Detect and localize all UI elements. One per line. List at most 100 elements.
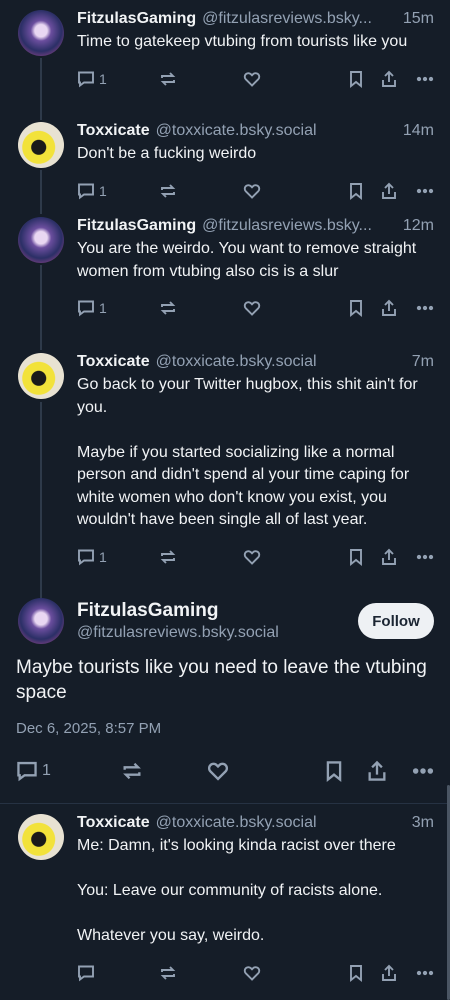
follow-button[interactable]: Follow bbox=[358, 603, 434, 639]
post-actions: 1 bbox=[77, 62, 434, 96]
bookmark-icon bbox=[350, 70, 362, 88]
avatar[interactable] bbox=[18, 353, 64, 399]
bookmark-button[interactable] bbox=[348, 548, 364, 566]
repost-icon bbox=[160, 183, 176, 198]
more-button[interactable] bbox=[416, 964, 434, 982]
author-handle[interactable]: @fitzulasreviews.bsky.social bbox=[77, 622, 358, 643]
reply-count: 1 bbox=[99, 300, 107, 316]
thread-post[interactable]: Toxxicate @toxxicate.bsky.social 7m Go b… bbox=[0, 343, 450, 591]
post-time[interactable]: 3m bbox=[412, 812, 434, 834]
more-button[interactable] bbox=[416, 548, 434, 566]
more-button[interactable] bbox=[416, 70, 434, 88]
more-button[interactable] bbox=[416, 299, 434, 317]
share-button[interactable] bbox=[380, 548, 398, 566]
share-button[interactable] bbox=[380, 70, 398, 88]
bookmark-icon bbox=[350, 182, 362, 200]
post-text: You are the weirdo. You want to remove s… bbox=[77, 240, 421, 280]
author-name[interactable]: FitzulasGaming bbox=[77, 599, 358, 622]
like-icon bbox=[243, 549, 261, 565]
like-button[interactable] bbox=[243, 70, 261, 88]
bookmark-button[interactable] bbox=[324, 760, 344, 782]
more-button[interactable] bbox=[412, 760, 434, 782]
post-time[interactable]: 7m bbox=[412, 351, 434, 373]
more-icon bbox=[416, 76, 434, 81]
bookmark-button[interactable] bbox=[348, 299, 364, 317]
thread-post[interactable]: Toxxicate @toxxicate.bsky.social 14m Don… bbox=[0, 112, 450, 207]
post-actions: 1 bbox=[16, 751, 434, 791]
post-actions: 1 bbox=[77, 291, 434, 325]
author-handle[interactable]: @toxxicate.bsky.social bbox=[156, 812, 406, 834]
author-handle[interactable]: @toxxicate.bsky.social bbox=[156, 351, 406, 373]
reply-button[interactable] bbox=[77, 964, 159, 982]
bookmark-button[interactable] bbox=[348, 964, 364, 982]
reply-icon bbox=[17, 761, 37, 782]
post-text: Me: Damn, it's looking kinda racist over… bbox=[77, 837, 396, 944]
reply-button[interactable]: 1 bbox=[16, 760, 121, 782]
like-button[interactable] bbox=[207, 760, 229, 782]
reply-icon bbox=[78, 965, 94, 981]
like-icon bbox=[243, 183, 261, 199]
avatar[interactable] bbox=[18, 598, 64, 644]
bookmark-button[interactable] bbox=[348, 70, 364, 88]
more-button[interactable] bbox=[416, 182, 434, 200]
post-time[interactable]: 14m bbox=[403, 120, 434, 142]
reply-icon bbox=[78, 183, 94, 199]
like-button[interactable] bbox=[243, 548, 261, 566]
bookmark-icon bbox=[350, 300, 362, 317]
reply-count: 1 bbox=[99, 548, 107, 565]
avatar[interactable] bbox=[18, 122, 64, 168]
bookmark-button[interactable] bbox=[348, 182, 364, 200]
repost-button[interactable] bbox=[159, 964, 243, 982]
author-handle[interactable]: @toxxicate.bsky.social bbox=[156, 120, 397, 142]
repost-button[interactable] bbox=[159, 182, 243, 200]
reply-post[interactable]: Toxxicate @toxxicate.bsky.social 3m Me: … bbox=[0, 804, 450, 990]
share-icon bbox=[368, 760, 386, 781]
reply-button[interactable]: 1 bbox=[77, 548, 159, 566]
author-name[interactable]: Toxxicate bbox=[77, 812, 150, 834]
reply-count: 1 bbox=[42, 762, 51, 779]
share-icon bbox=[382, 964, 396, 981]
author-handle[interactable]: @fitzulasreviews.bsky... bbox=[202, 215, 397, 237]
repost-icon bbox=[160, 549, 176, 564]
more-icon bbox=[416, 305, 434, 311]
focused-post: FitzulasGaming @fitzulasreviews.bsky.soc… bbox=[0, 591, 450, 791]
reply-icon bbox=[78, 300, 94, 317]
bookmark-icon bbox=[350, 548, 362, 566]
author-name[interactable]: Toxxicate bbox=[77, 351, 150, 373]
post-text: Time to gatekeep vtubing from tourists l… bbox=[77, 33, 408, 50]
post-actions: 1 bbox=[77, 540, 434, 574]
reply-button[interactable]: 1 bbox=[77, 70, 159, 88]
repost-button[interactable] bbox=[159, 299, 243, 317]
avatar[interactable] bbox=[18, 217, 64, 263]
like-button[interactable] bbox=[243, 964, 261, 982]
reply-button[interactable]: 1 bbox=[77, 299, 159, 317]
author-name[interactable]: FitzulasGaming bbox=[77, 8, 196, 30]
thread-post[interactable]: FitzulasGaming @fitzulasreviews.bsky... … bbox=[0, 207, 450, 343]
repost-button[interactable] bbox=[121, 760, 207, 782]
share-button[interactable] bbox=[380, 182, 398, 200]
author-name[interactable]: Toxxicate bbox=[77, 120, 150, 142]
like-button[interactable] bbox=[243, 299, 261, 317]
reply-icon bbox=[78, 71, 94, 87]
post-text: Maybe tourists like you need to leave th… bbox=[16, 657, 427, 703]
share-button[interactable] bbox=[380, 299, 398, 317]
author-handle[interactable]: @fitzulasreviews.bsky... bbox=[202, 8, 397, 30]
share-button[interactable] bbox=[366, 760, 388, 782]
author-name[interactable]: FitzulasGaming bbox=[77, 215, 196, 237]
post-time[interactable]: 15m bbox=[403, 8, 434, 30]
share-icon bbox=[382, 70, 396, 87]
repost-button[interactable] bbox=[159, 548, 243, 566]
post-actions: 1 bbox=[77, 174, 434, 208]
reply-count: 1 bbox=[99, 70, 107, 87]
share-button[interactable] bbox=[380, 964, 398, 982]
post-time[interactable]: 12m bbox=[403, 215, 434, 237]
more-icon bbox=[416, 188, 434, 193]
reply-button[interactable]: 1 bbox=[77, 182, 159, 200]
thread-post[interactable]: FitzulasGaming @fitzulasreviews.bsky... … bbox=[0, 0, 450, 112]
repost-icon bbox=[123, 762, 141, 780]
repost-button[interactable] bbox=[159, 70, 243, 88]
more-icon bbox=[412, 768, 434, 774]
avatar[interactable] bbox=[18, 10, 64, 56]
like-button[interactable] bbox=[243, 182, 261, 200]
avatar[interactable] bbox=[18, 814, 64, 860]
